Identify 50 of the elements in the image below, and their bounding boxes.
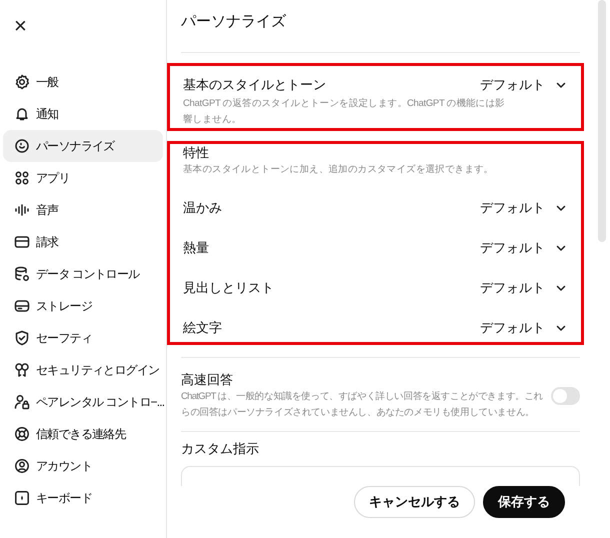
save-button[interactable]: 保存する [483,486,565,518]
scrollbar[interactable] [598,0,606,242]
setting-label: 高速回答 [181,372,233,387]
sidebar-item[interactable]: データ コントロール [3,258,163,290]
section-description: 基本のスタイルとトーンに加え、追加のカスタマイズを選択できます。 [183,163,494,177]
keys-icon [14,362,30,378]
sidebar-item[interactable]: キーボード [3,482,163,514]
page-title: パーソナライズ [181,0,580,53]
trait-label: 見出しとリスト [183,279,274,297]
sidebar-item[interactable]: パーソナライズ [3,130,163,162]
value-dropdown[interactable]: デフォルト [476,74,571,96]
setting-description: ChatGPT の返答のスタイルとトーンを設定します。ChatGPT の機能には影響しません。 [183,97,506,127]
toggle-switch[interactable] [551,387,580,405]
trait-label: 熱量 [183,239,209,257]
cancel-button[interactable]: キャンセルする [354,486,475,518]
sidebar-item[interactable]: セーフティ [3,322,163,354]
waveform-icon [14,202,30,218]
drive-icon [14,298,30,314]
sidebar-item[interactable]: 請求 [3,226,163,258]
setting-description: ChatGPT は、一般的な知識を使って、すばやく詳しい回答を返すことができます。これらの回答はパーソナライズされていませんし、あなたのメモリも使用していません。 [181,390,544,420]
card-icon [14,234,30,250]
sidebar-item[interactable]: ペアレンタル コントロ−... [3,386,163,418]
sidebar-item[interactable]: 通知 [3,98,163,130]
value-dropdown[interactable]: デフォルト [476,237,571,259]
close-button[interactable]: × [14,14,34,38]
sidebar-item[interactable]: 信頼できる連絡先 [3,418,163,450]
trait-label: 絵文字 [183,319,222,337]
shield-icon [14,330,30,346]
sidebar-item[interactable]: 音声 [3,194,163,226]
smile-icon [14,138,30,154]
section-label: 特性 [183,145,209,160]
setting-label: 基本のスタイルとトーン [183,76,326,94]
gear-icon [14,74,30,90]
keyboard-icon [14,490,30,506]
bell-icon [14,106,30,122]
sidebar-item[interactable]: 一般 [3,66,163,98]
section-label: カスタム指示 [181,441,259,456]
sidebar-item[interactable]: アカウント [3,450,163,482]
value-dropdown[interactable]: デフォルト [476,197,571,219]
lifebuoy-icon [14,426,30,442]
database-icon [14,266,30,282]
person-lock-icon [14,394,30,410]
sidebar-item[interactable]: ストレージ [3,290,163,322]
sidebar-item[interactable]: アプリ [3,162,163,194]
trait-label: 温かみ [183,199,222,217]
value-dropdown[interactable]: デフォルト [476,277,571,299]
user-circle-icon [14,458,30,474]
value-dropdown[interactable]: デフォルト [476,317,571,339]
apps-icon [14,170,30,186]
sidebar-item[interactable]: セキュリティとログイン [3,354,163,386]
